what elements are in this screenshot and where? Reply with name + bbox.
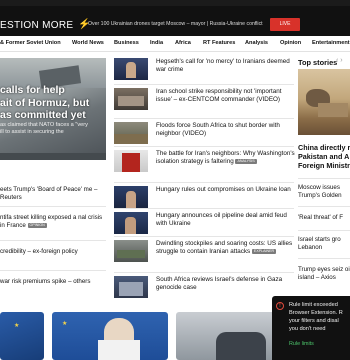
divider	[298, 230, 350, 231]
bottom-story-image[interactable]: ★	[0, 312, 44, 360]
nav-item-africa[interactable]: Africa	[175, 40, 191, 46]
top-story-item[interactable]: 'Real threat' of F	[298, 214, 350, 222]
top-story-item[interactable]: Moscow issues Trump's Golden	[298, 184, 350, 200]
divider	[114, 84, 294, 85]
news-item[interactable]: Dwindling stockpiles and soaring costs: …	[114, 240, 294, 268]
list-item-text: eets Trump's 'Board of Peace' me – Reute…	[0, 186, 98, 201]
nav-item-former-soviet-union[interactable]: & Former Soviet Union	[0, 40, 61, 46]
notification-text: Rule limit exceeded Browser Extension. R…	[289, 302, 343, 332]
list-item[interactable]: credibility – ex-foreign policy	[0, 248, 106, 256]
divider	[298, 258, 350, 259]
news-thumbnail	[114, 150, 148, 172]
news-thumbnail	[114, 212, 148, 234]
hero-subtitle: as claimed that NATO faces a "very ill t…	[0, 122, 88, 135]
news-thumbnail	[114, 122, 148, 144]
news-headline: Hungary rules out compromises on Ukraine…	[156, 186, 291, 193]
news-item[interactable]: Hegseth's call for 'no mercy' to Iranian…	[114, 58, 294, 86]
divider	[298, 178, 350, 179]
divider	[0, 240, 106, 241]
main-nav: & Former Soviet Union World News Busines…	[0, 36, 350, 52]
bottom-story-image[interactable]: ★	[52, 312, 168, 360]
news-item[interactable]: South Africa reviews Israel's defense in…	[114, 276, 294, 304]
site-logo-text[interactable]: ESTION MORE	[0, 20, 73, 31]
nav-item-analysis[interactable]: Analysis	[245, 40, 268, 46]
top-story-item[interactable]: Israel starts gro Lebanon	[298, 236, 350, 252]
divider	[114, 272, 294, 273]
list-item[interactable]: ntifa street killing exposed a nal crisi…	[0, 214, 106, 230]
breaking-news-ticker[interactable]: Over 100 Ukrainian drones target Moscow …	[88, 21, 263, 27]
divider	[114, 146, 294, 147]
list-item-text: ntifa street killing exposed a nal crisi…	[0, 214, 103, 229]
top-story-title[interactable]: China directly r Pakistan and A Foreign …	[298, 143, 350, 170]
divider	[114, 118, 294, 119]
extension-notification[interactable]: ! Rule limit exceeded Browser Extension.…	[272, 296, 350, 360]
news-item[interactable]: Hungary rules out compromises on Ukraine…	[114, 186, 294, 214]
nav-item-entertainment[interactable]: Entertainment	[312, 40, 350, 46]
nav-item-world-news[interactable]: World News	[72, 40, 104, 46]
site-header: ESTION MORE ⚡ Over 100 Ukrainian drones …	[0, 6, 350, 36]
news-headline: Hungary announces oil pipeline deal amid…	[156, 212, 287, 227]
divider	[114, 208, 294, 209]
news-headline: South Africa reviews Israel's defense in…	[156, 276, 283, 291]
explainer-badge: EXPLAINER	[251, 248, 277, 254]
warning-icon: !	[276, 302, 284, 310]
news-headline: The battle for Iran's neighbors: Why Was…	[156, 150, 296, 166]
live-button[interactable]: LIVE	[270, 18, 300, 31]
hero-image-water	[0, 153, 106, 160]
lightning-icon: ⚡	[78, 19, 91, 30]
divider	[114, 236, 294, 237]
top-story-image[interactable]	[298, 69, 350, 135]
news-headline: Floods force South Africa to shut border…	[156, 122, 280, 137]
hero-story[interactable]: calls for help ait of Hormuz, but as com…	[0, 58, 106, 160]
divider	[0, 270, 106, 271]
rule-limits-link[interactable]: Rule limits	[289, 341, 314, 347]
news-headline: Dwindling stockpiles and soaring costs: …	[156, 240, 296, 256]
page: ESTION MORE ⚡ Over 100 Ukrainian drones …	[0, 0, 350, 360]
divider	[0, 206, 106, 207]
divider	[114, 182, 294, 183]
top-stories-heading: Top stories	[298, 58, 338, 67]
news-thumbnail	[114, 58, 148, 80]
news-item[interactable]: Iran school strike responsibility not 'i…	[114, 88, 294, 116]
news-headline: Iran school strike responsibility not 'i…	[156, 88, 282, 103]
news-item[interactable]: The battle for Iran's neighbors: Why Was…	[114, 150, 296, 178]
news-thumbnail	[114, 88, 148, 110]
news-thumbnail	[114, 276, 148, 298]
top-story-item[interactable]: Trump eyes seiz oil island – Axios	[298, 266, 350, 282]
list-item-text: credibility – ex-foreign policy	[0, 248, 78, 255]
carousel-arrows-icon[interactable]: ‹ ›	[336, 57, 343, 64]
list-item[interactable]: eets Trump's 'Board of Peace' me – Reute…	[0, 186, 106, 202]
opinion-badge: OPINION	[27, 222, 47, 228]
news-thumbnail	[114, 186, 148, 208]
list-item[interactable]: war risk premiums spike – others	[0, 278, 106, 286]
nav-item-india[interactable]: India	[150, 40, 163, 46]
list-item-text: war risk premiums spike – others	[0, 278, 91, 285]
divider	[298, 206, 350, 207]
hero-title[interactable]: calls for help ait of Hormuz, but as com…	[0, 84, 106, 122]
news-headline: Hegseth's call for 'no mercy' to Iranian…	[156, 58, 290, 73]
headline-text: The battle for Iran's neighbors: Why Was…	[156, 150, 295, 165]
analysis-badge: ANALYSIS	[235, 158, 257, 164]
nav-item-rt-features[interactable]: RT Features	[203, 40, 235, 46]
news-thumbnail	[114, 240, 148, 262]
nav-item-opinion[interactable]: Opinion	[280, 40, 301, 46]
nav-item-business[interactable]: Business	[114, 40, 139, 46]
